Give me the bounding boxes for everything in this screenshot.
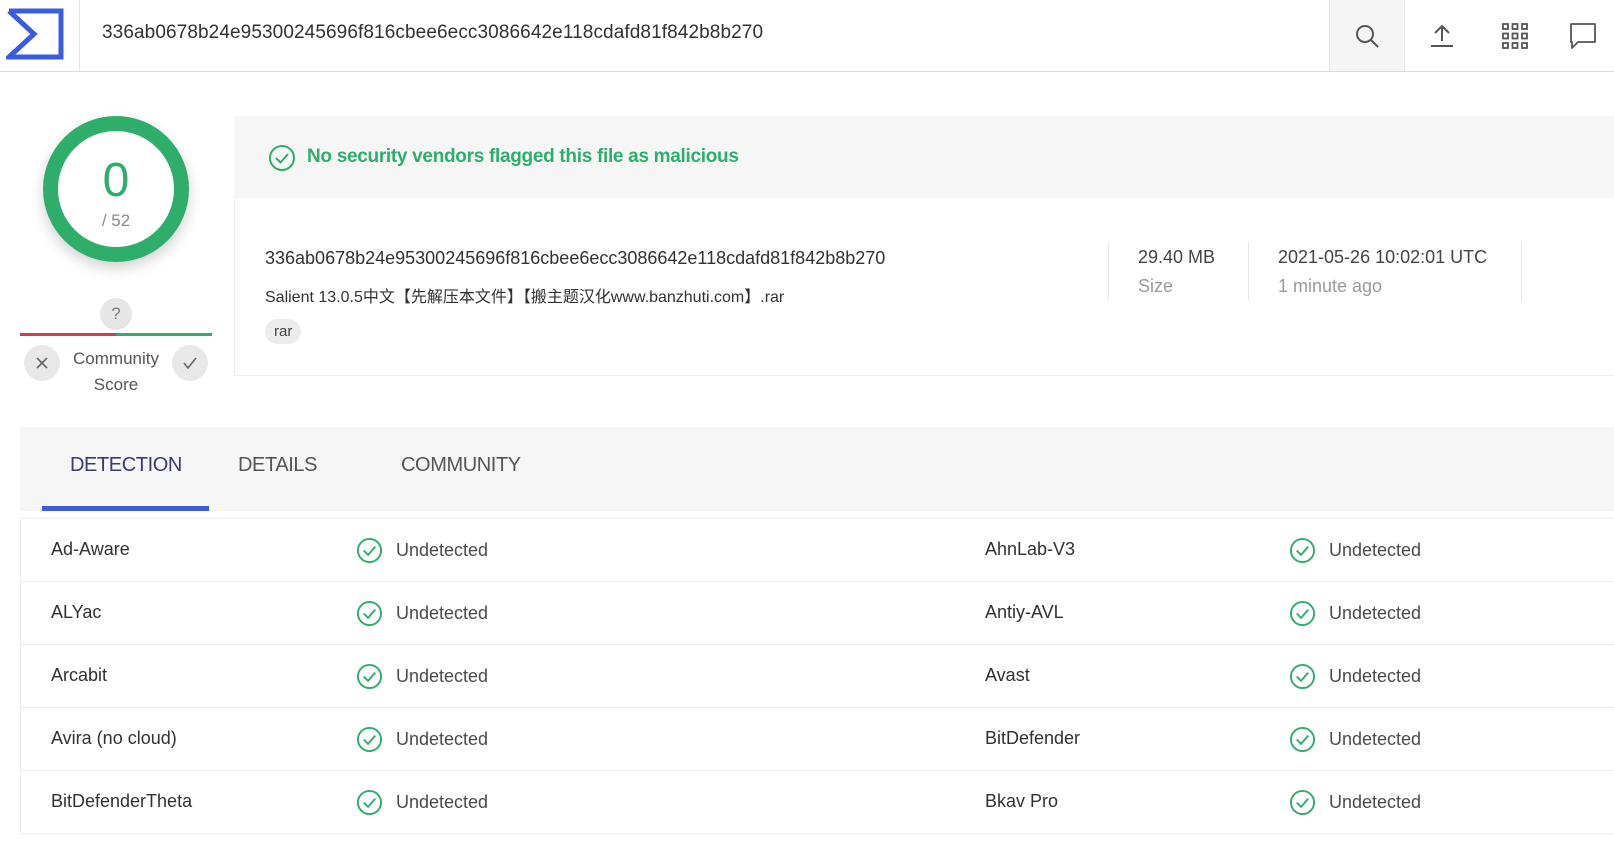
check-circle-icon [356,663,383,690]
search-input[interactable]: 336ab0678b24e95300245696f816cbee6ecc3086… [102,22,763,44]
table-row: BitDefenderTheta Undetected Bkav Pro Und… [21,771,1614,834]
verdict-banner: No security vendors flagged this file as… [234,116,1614,198]
community-bar-harmless [116,333,212,336]
table-row: Arcabit Undetected Avast Undetected [21,645,1614,708]
vendor-result: Undetected [1289,537,1421,564]
check-circle-icon [1289,663,1316,690]
vendor-name: Bkav Pro [985,791,1059,811]
last-analysis-date: 2021-05-26 10:02:01 UTC [1278,247,1488,267]
file-hash: 336ab0678b24e95300245696f816cbee6ecc3086… [265,248,886,268]
last-analysis-relative: 1 minute ago [1278,276,1383,296]
vendor-name: Avira (no cloud) [51,728,177,748]
file-size-value: 29.40 MB [1138,247,1216,267]
vendor-result: Undetected [1289,789,1421,816]
vendor-name: Arcabit [51,665,108,685]
vendor-result: Undetected [356,600,488,627]
score-inner: 0 / 52 [58,131,174,247]
result-label: Undetected [396,540,489,560]
check-circle-icon [1289,537,1316,564]
top-bar: 336ab0678b24e95300245696f816cbee6ecc3086… [0,0,1614,72]
result-label: Undetected [396,603,489,623]
verdict-message: No security vendors flagged this file as… [307,146,739,167]
detection-count: 0 [102,154,130,207]
search-icon [1355,24,1379,48]
table-row: ALYac Undetected Antiy-AVL Undetected [21,582,1614,645]
search-button[interactable] [1329,0,1403,71]
checkmark-icon [183,357,197,370]
check-circle-icon [356,789,383,816]
file-size-label: Size [1138,276,1174,296]
report-tabs: DETECTION DETAILS COMMUNITY [20,427,1614,511]
check-circle-icon [269,145,295,171]
community-bar-malicious [20,333,116,336]
tab-detection[interactable]: DETECTION [70,454,182,477]
vote-harmless-button[interactable] [172,345,208,381]
vendor-name: Ad-Aware [51,539,130,559]
chat-button[interactable] [1552,0,1614,71]
vendor-name: BitDefender [985,728,1081,748]
vendor-name: Avast [985,665,1030,685]
vendor-result: Undetected [1289,726,1421,753]
community-score: ? Community Score [20,298,212,408]
result-label: Undetected [1329,540,1422,560]
vote-malicious-button[interactable] [24,345,60,381]
detection-total: / 52 [101,211,131,230]
check-circle-icon [356,600,383,627]
vendor-name: Antiy-AVL [985,602,1064,622]
vendor-result: Undetected [1289,600,1421,627]
file-name: Salient 13.0.5中文【先解压本文件】【搬主题汉化www.banzhu… [265,289,785,306]
apps-button[interactable] [1478,0,1552,71]
check-circle-icon [356,537,383,564]
vendor-name: AhnLab-V3 [985,539,1076,559]
detection-score-ring: 0 / 52 [43,116,189,262]
table-row: Avira (no cloud) Undetected BitDefender … [21,708,1614,771]
community-score-label: Community Score [73,349,159,394]
detection-table: Ad-Aware Undetected AhnLab-V3 Undetected… [20,518,1614,834]
logo[interactable] [0,0,80,71]
vendor-name: BitDefenderTheta [51,791,193,811]
apps-grid-icon [1502,22,1528,49]
vendor-name: ALYac [51,602,102,622]
divider [1108,242,1109,300]
result-label: Undetected [396,792,489,812]
result-label: Undetected [1329,603,1422,623]
vendor-result: Undetected [356,663,488,690]
check-circle-icon [1289,726,1316,753]
file-tag[interactable]: rar [265,319,302,344]
upload-icon [1430,24,1453,47]
divider [1521,242,1522,300]
active-tab-indicator [42,506,209,511]
result-label: Undetected [1329,792,1422,812]
result-label: Undetected [1329,666,1422,686]
result-label: Undetected [396,729,489,749]
upload-button[interactable] [1404,0,1478,71]
divider [1248,242,1249,300]
table-row: Ad-Aware Undetected AhnLab-V3 Undetected [21,519,1614,582]
virustotal-logo-icon [6,8,64,60]
file-info-card: 336ab0678b24e95300245696f816cbee6ecc3086… [234,198,1614,376]
vendor-result: Undetected [356,726,488,753]
check-circle-icon [356,726,383,753]
check-circle-icon [1289,600,1316,627]
close-icon [36,357,48,369]
tab-community[interactable]: COMMUNITY [401,454,521,477]
vendor-result: Undetected [1289,663,1421,690]
check-circle-icon [1289,789,1316,816]
result-label: Undetected [396,666,489,686]
vendor-result: Undetected [356,537,488,564]
chat-icon [1570,22,1596,49]
result-label: Undetected [1329,729,1422,749]
tab-details[interactable]: DETAILS [238,454,317,477]
community-score-value: ? [100,298,132,330]
vendor-result: Undetected [356,789,488,816]
